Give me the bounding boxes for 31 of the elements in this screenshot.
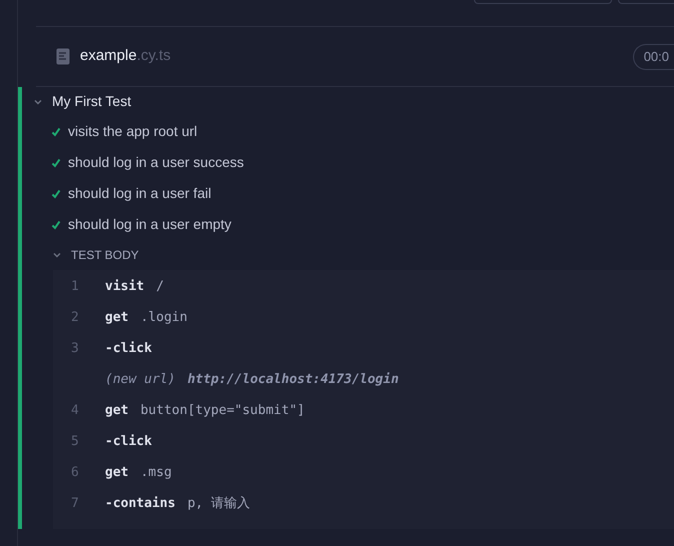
- command-name: get: [105, 464, 128, 482]
- command-name: -contains: [105, 494, 176, 513]
- spec-file-name: example.cy.ts: [80, 46, 171, 66]
- command-message: button[type="submit"]: [140, 402, 305, 420]
- command-name: get: [105, 402, 128, 420]
- line-number: 4: [70, 402, 80, 420]
- file-icon: [56, 48, 70, 65]
- line-number: 2: [70, 308, 80, 327]
- section-label[interactable]: TEST BODY: [71, 246, 139, 264]
- test-title[interactable]: should log in a user success: [68, 152, 244, 173]
- test-title[interactable]: should log in a user empty: [68, 214, 232, 235]
- command-message: .msg: [140, 464, 172, 482]
- line-number: 5: [70, 432, 80, 451]
- chevron-icon[interactable]: [52, 250, 62, 260]
- command-name: -click: [105, 340, 152, 358]
- command-message: /: [156, 278, 164, 296]
- command-name: -click: [105, 432, 152, 451]
- command-name: (new url): [105, 370, 176, 389]
- suite-title[interactable]: My First Test: [52, 91, 132, 112]
- line-number: 3: [70, 340, 80, 358]
- command-name: visit: [105, 278, 144, 296]
- command-name: get: [105, 308, 128, 327]
- command-message: p, 请输入: [187, 494, 250, 513]
- command-message: http://localhost:4173/login: [187, 370, 399, 389]
- command-message: .login: [140, 308, 188, 327]
- line-number: 6: [70, 464, 80, 482]
- test-title[interactable]: should log in a user fail: [68, 183, 212, 204]
- line-number: 1: [70, 278, 80, 296]
- test-title[interactable]: visits the app root url: [68, 121, 198, 142]
- duration-badge: 00:0: [632, 44, 674, 70]
- line-number: 7: [70, 494, 80, 513]
